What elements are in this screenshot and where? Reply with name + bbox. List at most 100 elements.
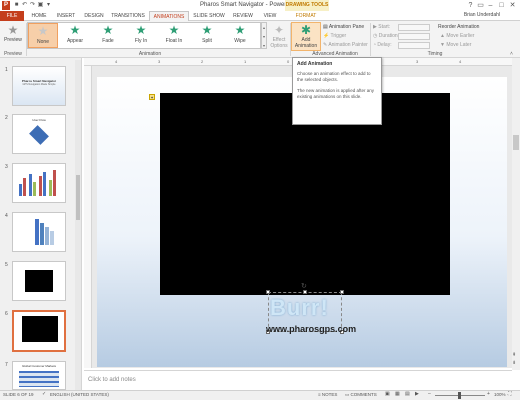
trigger-button[interactable]: ⚡ Trigger xyxy=(323,33,346,39)
next-slide-icon[interactable]: ⇟ xyxy=(512,360,516,366)
slide-counter[interactable]: SLIDE 6 OF 19 xyxy=(3,392,34,397)
notes-button[interactable]: ≡ NOTES xyxy=(318,392,337,397)
slideshow-view-icon[interactable]: ▶ xyxy=(415,391,419,397)
maximize-icon[interactable]: □ xyxy=(497,1,506,10)
split-star-icon: ★ xyxy=(201,23,213,37)
collapse-ribbon-icon[interactable]: ˄ xyxy=(510,51,513,57)
slide-thumbnail-6[interactable] xyxy=(12,310,66,352)
move-later-label: Move Later xyxy=(446,42,472,48)
slide-thumbnail-1[interactable]: Pharos Smart Navigator GPS Navigation Ma… xyxy=(12,66,66,106)
add-animation-label: Add Animation xyxy=(294,37,318,49)
effect-options-icon: ✦ xyxy=(273,23,285,37)
tab-view[interactable]: VIEW xyxy=(259,11,281,21)
redo-icon[interactable]: ↷ xyxy=(29,2,36,9)
animation-fade[interactable]: ★ Fade xyxy=(93,23,123,48)
zoom-level[interactable]: 100% xyxy=(494,392,506,397)
tab-design[interactable]: DESIGN xyxy=(81,11,107,21)
zoom-in-icon[interactable]: + xyxy=(487,391,490,397)
animation-pane-button[interactable]: ▤ Animation Pane xyxy=(323,24,364,30)
delay-spinner[interactable] xyxy=(398,42,430,49)
zoom-out-icon[interactable]: – xyxy=(428,391,431,397)
move-later-button[interactable]: ▼ Move Later xyxy=(440,42,471,48)
duration-spinner[interactable] xyxy=(398,33,430,40)
start-dropdown[interactable] xyxy=(398,24,430,31)
delay-field[interactable]: ◔ Delay: xyxy=(373,42,392,48)
zoom-slider-thumb[interactable] xyxy=(458,392,461,399)
bar-chart-image xyxy=(19,170,56,196)
start-field[interactable]: ▶ Start: xyxy=(373,24,390,30)
notes-placeholder[interactable]: Click to add notes xyxy=(84,370,512,390)
comments-button[interactable]: ▭ COMMENTS xyxy=(345,392,377,398)
slide-thumbnail-3[interactable] xyxy=(12,163,66,203)
add-animation-content[interactable]: ✱ Add Animation xyxy=(292,23,320,49)
animation-appear[interactable]: ★ Appear xyxy=(60,23,90,48)
website-url-text[interactable]: www.pharosgps.com xyxy=(266,324,356,334)
notes-label: NOTES xyxy=(321,392,338,397)
duration-field[interactable]: ◷ Duration: xyxy=(373,33,399,39)
fit-to-window-icon[interactable]: ⛶ xyxy=(508,391,512,397)
slide-thumbnail-7[interactable]: Global Customer Markets xyxy=(12,361,66,390)
ruler-mark: 0 xyxy=(287,59,290,64)
slideshow-icon[interactable]: ▣ xyxy=(37,2,44,9)
animation-split[interactable]: ★ Split xyxy=(192,23,222,48)
animation-pane-label: Animation Pane xyxy=(328,24,365,30)
thumbnail-number: 1 xyxy=(5,67,8,73)
animation-label: Fade xyxy=(102,38,114,44)
rotate-handle-icon[interactable]: ↻ xyxy=(301,282,307,290)
thumbnail-number: 5 xyxy=(5,262,8,268)
undo-icon[interactable]: ↶ xyxy=(21,2,28,9)
animation-wipe[interactable]: ★ Wipe xyxy=(225,23,255,48)
animation-fly-in[interactable]: ★ Fly In xyxy=(126,23,156,48)
slide-sorter-icon[interactable]: ▦ xyxy=(395,391,400,397)
animation-float-in[interactable]: ★ Float In xyxy=(159,23,189,48)
scroll-thumb[interactable] xyxy=(513,135,519,150)
tab-animations[interactable]: ANIMATIONS xyxy=(149,11,189,21)
save-icon[interactable]: ■ xyxy=(13,2,20,9)
previous-slide-icon[interactable]: ⇞ xyxy=(512,352,516,358)
table-image xyxy=(19,371,59,387)
comments-label: COMMENTS xyxy=(350,392,377,397)
user-name[interactable]: Brian Underdahl xyxy=(464,12,500,18)
resize-handle[interactable] xyxy=(266,290,270,294)
resize-handle[interactable] xyxy=(303,290,307,294)
help-icon[interactable]: ? xyxy=(466,1,475,10)
ruler-mark: 3 xyxy=(158,59,161,64)
animation-none[interactable]: ★ None xyxy=(28,23,58,48)
slide-thumbnail-5[interactable] xyxy=(12,261,66,301)
resize-handle[interactable] xyxy=(340,290,344,294)
spellcheck-icon[interactable]: ✓ xyxy=(42,391,46,397)
reading-view-icon[interactable]: ▤ xyxy=(405,391,410,397)
slide-thumbnail-2[interactable]: User Flow xyxy=(12,114,66,154)
tab-transitions[interactable]: TRANSITIONS xyxy=(109,11,147,21)
appear-star-icon: ★ xyxy=(69,23,81,37)
tab-insert[interactable]: INSERT xyxy=(53,11,79,21)
animation-label: None xyxy=(37,39,49,45)
flow-diagram-image xyxy=(29,125,49,145)
animation-marker-icon[interactable]: ✦ xyxy=(149,94,155,100)
thumbnails-scrollbar[interactable] xyxy=(75,60,81,390)
tab-file[interactable]: FILE xyxy=(0,11,24,21)
effect-options-button[interactable]: ✦ Effect Options xyxy=(268,23,290,49)
minimize-icon[interactable]: – xyxy=(486,1,495,10)
tab-home[interactable]: HOME xyxy=(27,11,51,21)
burr-text[interactable]: Burr! xyxy=(270,295,329,321)
vertical-scrollbar[interactable] xyxy=(512,58,520,370)
preview-button[interactable]: ★ Preview xyxy=(1,23,25,43)
preview-group-label: Preview xyxy=(4,51,22,57)
animation-label: Wipe xyxy=(234,38,246,44)
gallery-scroll[interactable]: ▴ ▾ ▾ xyxy=(261,22,267,49)
tab-format[interactable]: FORMAT xyxy=(288,11,324,21)
effect-options-label: Effect Options xyxy=(270,37,288,49)
language-indicator[interactable]: ENGLISH (UNITED STATES) xyxy=(50,392,109,397)
slide-thumbnail-4[interactable] xyxy=(12,212,66,252)
animation-painter-button[interactable]: ✎ Animation Painter xyxy=(323,42,368,48)
move-earlier-button[interactable]: ▲ Move Earlier xyxy=(440,33,474,39)
customize-qat-icon[interactable]: ▾ xyxy=(45,2,52,9)
ribbon-display-icon[interactable]: ▭ xyxy=(476,1,485,10)
tab-review[interactable]: REVIEW xyxy=(229,11,257,21)
close-icon[interactable]: ✕ xyxy=(508,1,517,10)
tab-slide-show[interactable]: SLIDE SHOW xyxy=(191,11,227,21)
thumbnails-scroll-thumb[interactable] xyxy=(76,175,80,220)
bar-chart-image xyxy=(35,219,54,245)
normal-view-icon[interactable]: ▣ xyxy=(385,391,390,397)
